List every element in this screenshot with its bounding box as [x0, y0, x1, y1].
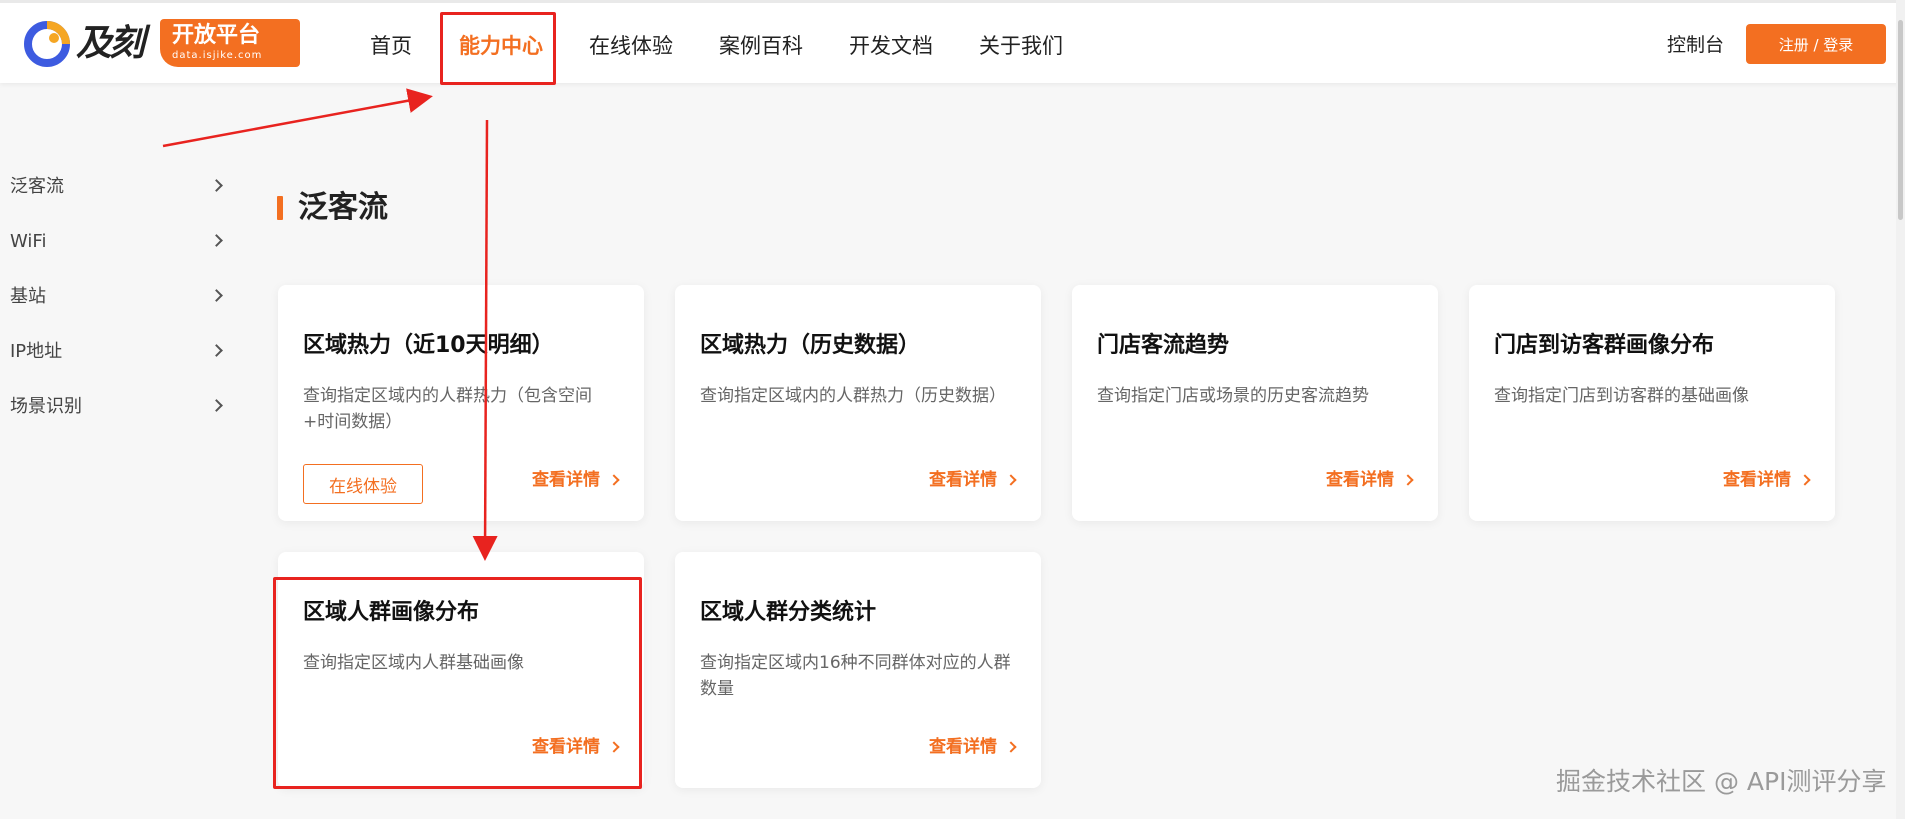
- view-details-label: 查看详情: [1326, 470, 1394, 490]
- sidebar-item-label: IP地址: [10, 341, 63, 362]
- nav-capability-center[interactable]: 能力中心: [459, 32, 543, 60]
- sidebar-item-ip-address[interactable]: IP地址: [10, 335, 226, 369]
- chevron-right-icon: [210, 344, 223, 357]
- chevron-right-icon: [1005, 474, 1017, 486]
- view-details-label: 查看详情: [1723, 470, 1791, 490]
- chevron-right-icon: [210, 179, 223, 192]
- api-card-region-crowd-profile[interactable]: 区域人群画像分布 查询指定区域内人群基础画像 查看详情: [278, 552, 644, 788]
- logo-wordmark: 及刻: [76, 23, 145, 64]
- chevron-right-icon: [1005, 741, 1017, 753]
- card-title: 门店客流趋势: [1097, 333, 1230, 358]
- sidebar-item-label: 场景识别: [10, 396, 82, 417]
- nav-home[interactable]: 首页: [370, 32, 412, 60]
- chevron-right-icon: [1799, 474, 1811, 486]
- section-accent-bar: [277, 196, 283, 220]
- scrollbar-thumb[interactable]: [1898, 20, 1903, 220]
- card-description: 查询指定门店到访客群的基础画像: [1494, 386, 1749, 406]
- card-title: 区域热力（历史数据）: [700, 333, 921, 358]
- view-details-label: 查看详情: [532, 470, 600, 490]
- api-card-region-crowd-stats[interactable]: 区域人群分类统计 查询指定区域内16种不同群体对应的人群数量 查看详情: [675, 552, 1041, 788]
- card-description: 查询指定区域内的人群热力（包含空间+时间数据）: [303, 386, 592, 432]
- card-description: 查询指定区域内16种不同群体对应的人群数量: [700, 653, 1011, 699]
- site-logo[interactable]: 及刻 开放平台 data.isjike.com: [24, 19, 300, 71]
- sidebar-item-base-station[interactable]: 基站: [10, 280, 226, 314]
- logo-mark-icon: [24, 21, 70, 67]
- annotation-arrow-to-nav: [162, 88, 433, 148]
- sidebar-item-scene-recognition[interactable]: 场景识别: [10, 390, 226, 424]
- top-header: 及刻 开放平台 data.isjike.com 首页 能力中心 在线体验 案例百…: [0, 0, 1905, 83]
- view-details-link[interactable]: 查看详情: [1326, 468, 1414, 492]
- nav-case-encyclopedia[interactable]: 案例百科: [719, 32, 803, 60]
- view-details-label: 查看详情: [929, 470, 997, 490]
- sidebar-item-label: 泛客流: [10, 176, 64, 197]
- sidebar-item-pan-traffic[interactable]: 泛客流: [10, 170, 226, 204]
- chevron-right-icon: [1402, 474, 1414, 486]
- chevron-right-icon: [210, 399, 223, 412]
- api-card-region-heat-history[interactable]: 区域热力（历史数据） 查询指定区域内的人群热力（历史数据） 查看详情: [675, 285, 1041, 521]
- chevron-right-icon: [608, 474, 620, 486]
- nav-online-experience[interactable]: 在线体验: [589, 32, 673, 60]
- online-try-button[interactable]: 在线体验: [303, 464, 423, 504]
- page-scrollbar[interactable]: [1896, 0, 1905, 819]
- card-title: 区域热力（近10天明细）: [303, 333, 554, 358]
- view-details-label: 查看详情: [532, 737, 600, 757]
- view-details-link[interactable]: 查看详情: [929, 468, 1017, 492]
- register-login-button[interactable]: 注册 / 登录: [1746, 24, 1886, 64]
- section-title: 泛客流: [298, 190, 388, 225]
- api-card-store-traffic-trend[interactable]: 门店客流趋势 查询指定门店或场景的历史客流趋势 查看详情: [1072, 285, 1438, 521]
- api-card-store-visitor-profile[interactable]: 门店到访客群画像分布 查询指定门店到访客群的基础画像 查看详情: [1469, 285, 1835, 521]
- sidebar-item-wifi[interactable]: WiFi: [10, 225, 226, 259]
- nav-dev-docs[interactable]: 开发文档: [849, 32, 933, 60]
- card-title: 门店到访客群画像分布: [1494, 333, 1715, 358]
- sidebar-item-label: 基站: [10, 286, 46, 307]
- card-description: 查询指定区域内的人群热力（历史数据）: [700, 386, 1006, 406]
- chevron-right-icon: [210, 289, 223, 302]
- view-details-label: 查看详情: [929, 737, 997, 757]
- logo-tag-domain: data.isjike.com: [172, 50, 263, 61]
- api-card-region-heat-10d[interactable]: 区域热力（近10天明细） 查询指定区域内的人群热力（包含空间+时间数据） 在线体…: [278, 285, 644, 521]
- logo-platform-tag: 开放平台 data.isjike.com: [160, 19, 300, 67]
- logo-tag-title: 开放平台: [172, 23, 261, 48]
- view-details-link[interactable]: 查看详情: [532, 468, 620, 492]
- card-title: 区域人群画像分布: [303, 600, 480, 625]
- chevron-right-icon: [210, 234, 223, 247]
- sidebar-item-label: WiFi: [10, 231, 47, 252]
- card-title: 区域人群分类统计: [700, 600, 877, 625]
- source-watermark: 掘金技术社区 @ API测评分享: [1556, 767, 1887, 796]
- view-details-link[interactable]: 查看详情: [1723, 468, 1811, 492]
- chevron-right-icon: [608, 741, 620, 753]
- card-description: 查询指定区域内人群基础画像: [303, 653, 524, 673]
- nav-about-us[interactable]: 关于我们: [979, 32, 1063, 60]
- view-details-link[interactable]: 查看详情: [929, 735, 1017, 759]
- card-description: 查询指定门店或场景的历史客流趋势: [1097, 386, 1369, 406]
- view-details-link[interactable]: 查看详情: [532, 735, 620, 759]
- console-link[interactable]: 控制台: [1667, 31, 1724, 59]
